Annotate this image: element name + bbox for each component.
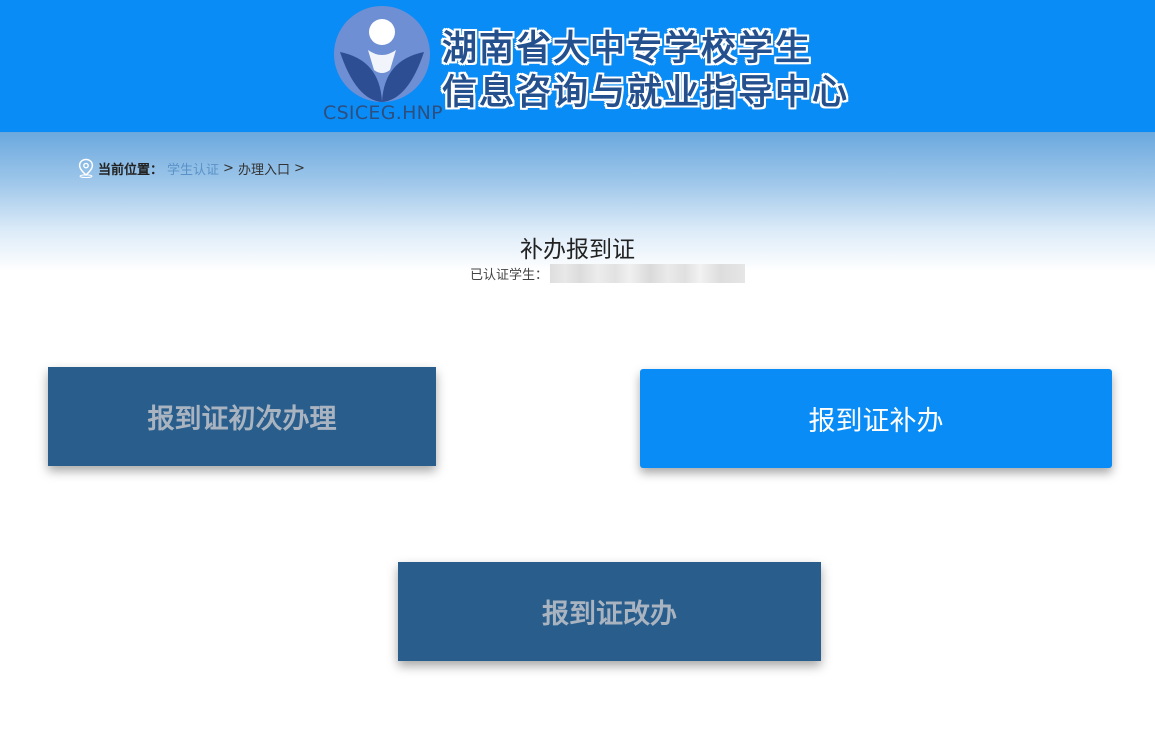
change-application-button[interactable]: 报到证改办 <box>398 562 821 661</box>
first-time-application-button[interactable]: 报到证初次办理 <box>48 367 436 466</box>
site-header: CSICEG.HNP 湖南省大中专学校学生 信息咨询与就业指导中心 <box>0 0 1155 132</box>
breadcrumb-link-student-auth[interactable]: 学生认证 <box>167 159 219 178</box>
authenticated-student: 已认证学生： <box>470 264 746 283</box>
breadcrumb-separator: > <box>223 160 234 176</box>
breadcrumb-label: 当前位置： <box>98 162 164 178</box>
logo-emblem-icon <box>334 6 430 102</box>
breadcrumb: 当前位置： 学生认证 > 办理入口 > <box>77 158 309 178</box>
logo-latin-text: CSICEG.HNP <box>323 102 443 124</box>
page-title: 补办报到证 <box>520 237 635 263</box>
student-label: 已认证学生： <box>470 268 549 283</box>
breadcrumb-separator: > <box>293 160 305 176</box>
site-title-line-2: 信息咨询与就业指导中心 <box>442 73 850 113</box>
student-name-redacted <box>550 264 746 283</box>
breadcrumb-current: 办理入口 <box>237 162 290 178</box>
location-pin-icon <box>78 158 94 178</box>
reissue-button[interactable]: 报到证补办 <box>640 369 1112 468</box>
